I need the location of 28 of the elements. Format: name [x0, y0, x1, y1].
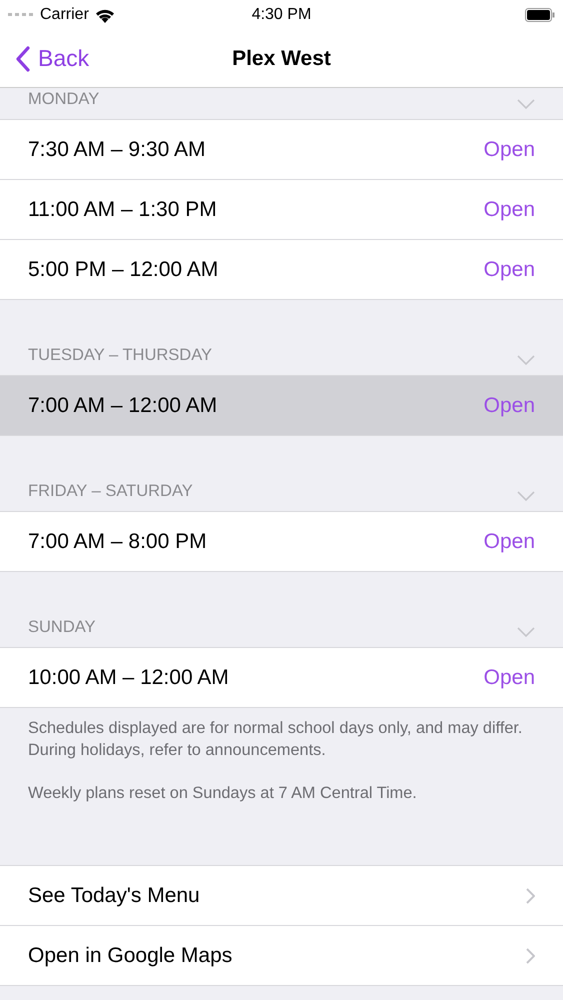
chevron-down-icon[interactable]: [517, 491, 535, 501]
signal-icon: [8, 13, 34, 17]
chevron-down-icon[interactable]: [517, 627, 535, 637]
section-header: FRIDAY – SATURDAY: [28, 482, 193, 501]
screen-title: Plex West: [232, 46, 331, 70]
carrier-name: Carrier: [40, 6, 89, 24]
section-header: TUESDAY – THURSDAY: [28, 346, 212, 365]
back-chevron-icon: [16, 46, 30, 72]
schedule-row[interactable]: 11:00 AM – 1:30 PM Open: [0, 179, 563, 239]
wifi-icon: [94, 8, 115, 22]
schedule-row[interactable]: 7:00 AM – 12:00 AM Open: [0, 376, 563, 435]
footer-note: Schedules displayed are for normal school days only, and may differ. During holidays, refer to announcements.: [28, 718, 524, 761]
schedule-row[interactable]: 5:00 PM – 12:00 AM Open: [0, 239, 563, 299]
schedule-row[interactable]: 7:00 AM – 8:00 PM Open: [0, 512, 563, 571]
schedule-row[interactable]: 10:00 AM – 12:00 AM Open: [0, 648, 563, 707]
schedule-row[interactable]: 7:30 AM – 9:30 AM Open: [0, 120, 563, 179]
chevron-right-icon: [526, 888, 535, 904]
section-header: MONDAY: [28, 90, 100, 109]
chevron-down-icon[interactable]: [517, 99, 535, 109]
chevron-right-icon: [526, 948, 535, 964]
link-row[interactable]: Open in Google Maps: [0, 925, 563, 985]
footer-note: Weekly plans reset on Sundays at 7 AM Central Time.: [28, 783, 418, 804]
back-button[interactable]: Back: [16, 45, 90, 72]
link-row[interactable]: See Today's Menu: [0, 866, 563, 925]
chevron-down-icon[interactable]: [517, 355, 535, 365]
clock-time: 4:30 PM: [250, 6, 312, 24]
section-header: SUNDAY: [28, 618, 96, 637]
battery-icon: [524, 8, 555, 22]
